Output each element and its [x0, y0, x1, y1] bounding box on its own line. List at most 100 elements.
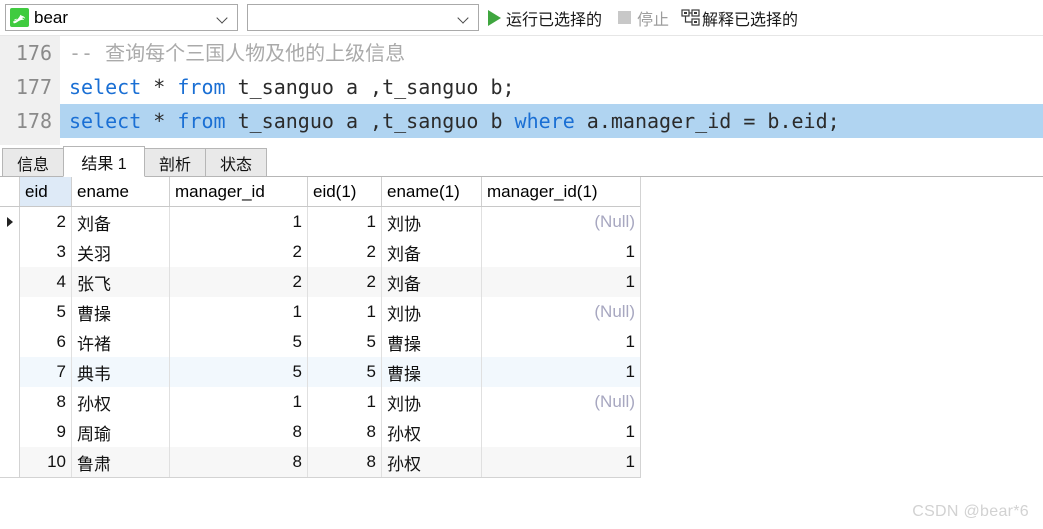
- row-marker-header: [0, 177, 20, 206]
- table-row[interactable]: 4 张飞 2 2 刘备 1: [0, 267, 640, 297]
- result-grid[interactable]: eid ename manager_id eid(1) ename(1) manager_…: [0, 177, 641, 478]
- cell-ename[interactable]: 刘备: [72, 207, 170, 237]
- column-header-manager-id[interactable]: manager_id: [170, 177, 308, 206]
- row-marker: [0, 297, 20, 327]
- cell-eid-1[interactable]: 2: [308, 237, 382, 267]
- row-marker: [0, 387, 20, 417]
- schema-selector[interactable]: [247, 4, 479, 31]
- cell-ename-1[interactable]: 刘协: [382, 387, 482, 417]
- table-row[interactable]: 10 鲁肃 8 8 孙权 1: [0, 447, 640, 477]
- cell-manager-id-1[interactable]: 1: [482, 327, 640, 357]
- column-header-eid-1[interactable]: eid(1): [308, 177, 382, 206]
- cell-eid[interactable]: 4: [20, 267, 72, 297]
- cell-manager-id-1[interactable]: (Null): [482, 297, 640, 327]
- table-row[interactable]: 7 典韦 5 5 曹操 1: [0, 357, 640, 387]
- cell-eid-1[interactable]: 2: [308, 267, 382, 297]
- mysql-dolphin-icon: [10, 8, 29, 27]
- table-row[interactable]: 3 关羽 2 2 刘备 1: [0, 237, 640, 267]
- cell-ename-1[interactable]: 刘协: [382, 297, 482, 327]
- row-marker: [0, 447, 20, 477]
- cell-ename-1[interactable]: 曹操: [382, 357, 482, 387]
- cell-ename-1[interactable]: 孙权: [382, 417, 482, 447]
- tab-profile[interactable]: 剖析: [144, 148, 206, 177]
- cell-ename[interactable]: 孙权: [72, 387, 170, 417]
- column-header-ename-1[interactable]: ename(1): [382, 177, 482, 206]
- table-row[interactable]: 9 周瑜 8 8 孙权 1: [0, 417, 640, 447]
- cell-manager-id[interactable]: 1: [170, 297, 308, 327]
- cell-eid[interactable]: 8: [20, 387, 72, 417]
- cell-manager-id-1[interactable]: 1: [482, 357, 640, 387]
- result-tab-strip: 信息 结果 1 剖析 状态: [0, 145, 1043, 177]
- cell-manager-id-1[interactable]: 1: [482, 237, 640, 267]
- cell-ename[interactable]: 许褚: [72, 327, 170, 357]
- cell-eid-1[interactable]: 8: [308, 447, 382, 477]
- cell-eid[interactable]: 2: [20, 207, 72, 237]
- cell-eid-1[interactable]: 5: [308, 327, 382, 357]
- cell-manager-id[interactable]: 8: [170, 417, 308, 447]
- sql-code-area[interactable]: -- 查询每个三国人物及他的上级信息 select * from t_sanguo…: [60, 36, 1043, 145]
- cell-eid-1[interactable]: 8: [308, 417, 382, 447]
- tab-status[interactable]: 状态: [205, 148, 267, 177]
- grid-header-row: eid ename manager_id eid(1) ename(1) manager_…: [0, 177, 640, 207]
- cell-ename[interactable]: 曹操: [72, 297, 170, 327]
- column-header-ename[interactable]: ename: [72, 177, 170, 206]
- cell-ename[interactable]: 鲁肃: [72, 447, 170, 477]
- explain-tree-icon: [681, 9, 700, 26]
- sql-token: a.manager_id = b.eid;: [574, 109, 840, 133]
- cell-manager-id[interactable]: 5: [170, 327, 308, 357]
- cell-eid[interactable]: 7: [20, 357, 72, 387]
- cell-manager-id-1[interactable]: 1: [482, 447, 640, 477]
- cell-manager-id[interactable]: 2: [170, 237, 308, 267]
- cell-manager-id-1[interactable]: 1: [482, 267, 640, 297]
- cell-manager-id-1[interactable]: (Null): [482, 387, 640, 417]
- cell-ename[interactable]: 张飞: [72, 267, 170, 297]
- current-row-marker-icon: [0, 207, 20, 237]
- cell-eid-1[interactable]: 1: [308, 387, 382, 417]
- cell-ename-1[interactable]: 刘协: [382, 207, 482, 237]
- cell-eid[interactable]: 9: [20, 417, 72, 447]
- cell-eid[interactable]: 10: [20, 447, 72, 477]
- tab-label: 状态: [219, 156, 252, 174]
- explain-selected-button[interactable]: 解释已选择的: [678, 2, 801, 34]
- run-selected-button[interactable]: 运行已选择的: [485, 2, 605, 34]
- cell-ename-1[interactable]: 曹操: [382, 327, 482, 357]
- table-row[interactable]: 5 曹操 1 1 刘协 (Null): [0, 297, 640, 327]
- cell-eid-1[interactable]: 1: [308, 297, 382, 327]
- sql-line[interactable]: -- 查询每个三国人物及他的上级信息: [60, 36, 1043, 70]
- column-header-eid[interactable]: eid: [20, 177, 72, 206]
- line-number: 178: [15, 109, 52, 133]
- cell-eid[interactable]: 3: [20, 237, 72, 267]
- cell-ename[interactable]: 典韦: [72, 357, 170, 387]
- sql-line[interactable]: select * from t_sanguo a ,t_sanguo b;: [60, 70, 1043, 104]
- tab-info[interactable]: 信息: [2, 148, 64, 177]
- run-selected-label: 运行已选择的: [506, 11, 603, 29]
- cell-ename-1[interactable]: 刘备: [382, 237, 482, 267]
- cell-eid[interactable]: 6: [20, 327, 72, 357]
- sql-token: *: [141, 109, 178, 133]
- sql-editor[interactable]: 176 177 178 -- 查询每个三国人物及他的上级信息 select * fro…: [0, 36, 1043, 145]
- cell-eid[interactable]: 5: [20, 297, 72, 327]
- cell-eid-1[interactable]: 5: [308, 357, 382, 387]
- table-row[interactable]: 6 许褚 5 5 曹操 1: [0, 327, 640, 357]
- sql-token: t_sanguo a ,t_sanguo b;: [225, 75, 515, 99]
- line-number: 176: [15, 41, 52, 65]
- database-selector[interactable]: bear: [5, 4, 238, 31]
- table-row[interactable]: 8 孙权 1 1 刘协 (Null): [0, 387, 640, 417]
- cell-ename[interactable]: 周瑜: [72, 417, 170, 447]
- tab-result-1[interactable]: 结果 1: [63, 146, 145, 177]
- cell-eid-1[interactable]: 1: [308, 207, 382, 237]
- cell-manager-id-1[interactable]: (Null): [482, 207, 640, 237]
- cell-manager-id[interactable]: 1: [170, 207, 308, 237]
- cell-manager-id[interactable]: 2: [170, 267, 308, 297]
- cell-manager-id-1[interactable]: 1: [482, 417, 640, 447]
- column-header-manager-id-1[interactable]: manager_id(1): [482, 177, 640, 206]
- sql-line[interactable]: select * from t_sanguo a ,t_sanguo b whe…: [60, 104, 1043, 138]
- stop-button[interactable]: 停止: [611, 2, 672, 34]
- cell-ename[interactable]: 关羽: [72, 237, 170, 267]
- cell-ename-1[interactable]: 刘备: [382, 267, 482, 297]
- cell-manager-id[interactable]: 8: [170, 447, 308, 477]
- cell-ename-1[interactable]: 孙权: [382, 447, 482, 477]
- cell-manager-id[interactable]: 5: [170, 357, 308, 387]
- cell-manager-id[interactable]: 1: [170, 387, 308, 417]
- table-row[interactable]: 2 刘备 1 1 刘协 (Null): [0, 207, 640, 237]
